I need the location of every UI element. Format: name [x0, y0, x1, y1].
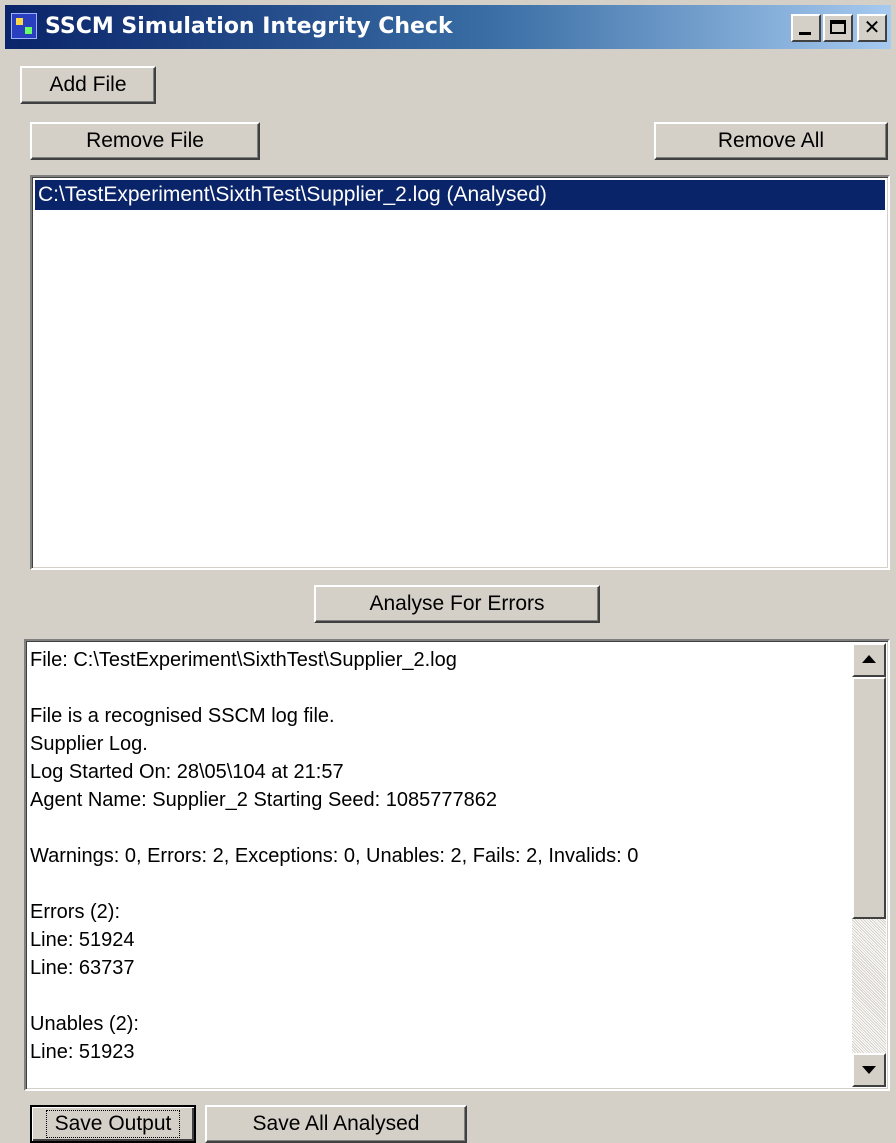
output-line: Supplier Log. [30, 733, 148, 755]
output-text: File: C:\TestExperiment\SixthTest\Suppli… [30, 646, 852, 1066]
maximize-icon [830, 20, 846, 34]
arrow-up-icon [862, 655, 876, 663]
output-line: Unables (2): [30, 1013, 139, 1035]
vertical-scrollbar[interactable] [852, 643, 886, 1087]
window-title: SSCM Simulation Integrity Check [45, 14, 453, 39]
maximize-button[interactable] [823, 14, 853, 42]
output-line: Line: 51924 [30, 929, 135, 951]
minimize-icon [799, 32, 811, 35]
app-grid-icon [11, 13, 37, 39]
minimize-button[interactable] [791, 14, 821, 42]
output-textarea[interactable]: File: C:\TestExperiment\SixthTest\Suppli… [24, 639, 890, 1091]
main-window: SSCM Simulation Integrity Check ✕ Add Fi… [0, 0, 896, 1143]
scroll-thumb[interactable] [852, 677, 886, 919]
list-item[interactable]: C:\TestExperiment\SixthTest\Supplier_2.l… [35, 180, 885, 210]
remove-file-button[interactable]: Remove File [30, 122, 260, 160]
add-file-button[interactable]: Add File [20, 66, 156, 104]
output-line: Line: 63737 [30, 957, 135, 979]
output-line: Warnings: 0, Errors: 2, Exceptions: 0, U… [30, 845, 639, 867]
file-listbox[interactable]: C:\TestExperiment\SixthTest\Supplier_2.l… [30, 175, 890, 570]
output-line: Errors (2): [30, 901, 120, 923]
output-line: Agent Name: Supplier_2 Starting Seed: 10… [30, 789, 498, 811]
arrow-down-icon [862, 1066, 876, 1074]
remove-all-button[interactable]: Remove All [654, 122, 888, 160]
scroll-up-button[interactable] [852, 643, 886, 677]
close-icon: ✕ [863, 15, 881, 39]
output-line: Log Started On: 28\05\104 at 21:57 [30, 761, 344, 783]
scroll-down-button[interactable] [852, 1053, 886, 1087]
title-bar[interactable]: SSCM Simulation Integrity Check ✕ [5, 5, 891, 49]
output-line: Line: 51923 [30, 1041, 135, 1063]
output-line: File is a recognised SSCM log file. [30, 705, 335, 727]
save-output-button[interactable]: Save Output [30, 1105, 196, 1143]
save-all-analysed-button[interactable]: Save All Analysed [205, 1105, 467, 1143]
analyse-for-errors-button[interactable]: Analyse For Errors [314, 585, 600, 623]
save-output-label: Save Output [45, 1110, 181, 1138]
output-line: File: C:\TestExperiment\SixthTest\Suppli… [30, 649, 457, 671]
close-button[interactable]: ✕ [857, 14, 887, 42]
